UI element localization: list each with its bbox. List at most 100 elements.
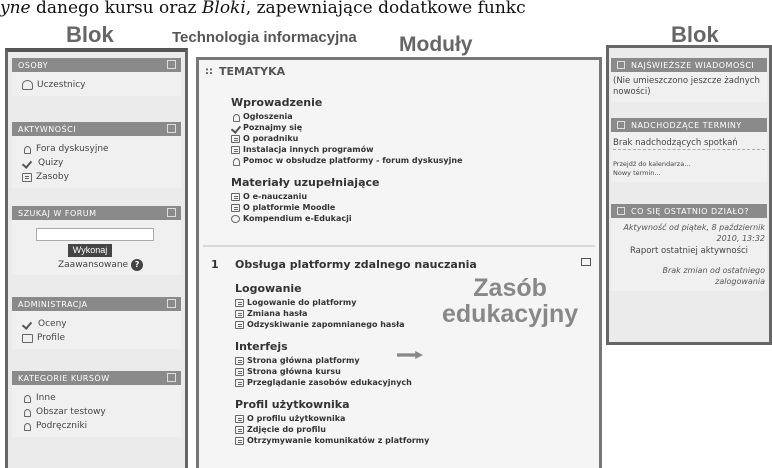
block-title: OSOBY [18,61,49,70]
section-divider [203,245,595,247]
resource-icon [235,378,244,387]
forum-icon [231,157,240,166]
collapse-icon[interactable] [167,373,176,382]
collapse-icon[interactable] [167,124,176,133]
collapse-icon[interactable] [617,207,625,215]
block-latest-news: NAJŚWIEŻSZE WIADOMOŚCI (Nie umieszczono … [611,58,767,102]
resource-icon [235,414,244,423]
block-title: ADMINISTRACJA [18,300,88,309]
new-event-link[interactable]: Nowy termin... [613,169,765,178]
forum-icon [22,145,32,154]
label-educational-resource: Zasób edukacyjny [442,274,579,328]
drag-handle-icon[interactable]: :: [205,66,213,77]
block-title: AKTYWNOŚCI [18,125,77,134]
events-text: Brak nadchodzących spotkań [613,138,765,150]
module-link[interactable]: O e-nauczaniu [231,191,595,202]
resource-icon [235,367,244,376]
caption-text: yne danego kursu oraz Bloki, zapewniając… [0,0,526,18]
block-kategorie: KATEGORIE KURSÓW Inne Obszar testowy Pod… [12,371,181,437]
block-recent-activity: CO SIĘ OSTATNIO DZIAŁO? Aktywność od pią… [611,204,767,291]
module-link[interactable]: Logowanie do platformy [235,297,435,308]
label-blok-left: Blok [66,22,114,47]
modules-column: :: TEMATYKA Wprowadzenie Ogłoszenia Pozna… [196,57,602,468]
resource-icon [235,298,244,307]
link-profiles[interactable]: Profile [22,331,173,345]
link-resources[interactable]: Zasoby [22,170,173,184]
right-block-column: NAJŚWIEŻSZE WIADOMOŚCI (Nie umieszczono … [606,45,772,345]
collapse-icon[interactable] [167,208,176,217]
collapse-icon[interactable] [167,60,176,69]
module-link[interactable]: O platformie Moodle [231,202,595,213]
resource-icon [231,203,240,212]
resource-icon [235,320,244,329]
search-input[interactable] [36,228,154,241]
link-participants[interactable]: Uczestnicy [22,78,173,92]
collapse-icon[interactable] [617,61,625,69]
profile-icon [22,333,33,343]
module-link[interactable]: O profilu użytkownika [235,413,435,424]
module-link[interactable]: Strona główna platformy [235,355,435,366]
link-grades[interactable]: Oceny [22,317,173,331]
quiz-icon [231,124,240,132]
module-link[interactable]: Zdjęcie do profilu [235,424,435,435]
module-link[interactable]: Poznajmy się [231,122,595,133]
resource-icon [231,145,240,154]
globe-icon [231,214,240,223]
help-icon[interactable]: ? [131,259,144,271]
block-osoby: OSOBY Uczestnicy [12,58,181,96]
block-title: KATEGORIE KURSÓW [18,374,110,383]
people-icon [22,80,33,90]
category-icon [22,422,32,431]
module-link[interactable]: Pomoc w obsłudze platformy - forum dysku… [231,155,595,166]
calendar-link[interactable]: Przejdź do kalendarza... [613,160,765,169]
section-0: Wprowadzenie Ogłoszenia Poznajmy się O p… [231,86,595,224]
block-search-forum: SZUKAJ W FORUM Wykonaj Zaawansowane? [12,206,181,275]
resource-icon [235,436,244,445]
category-other[interactable]: Inne [22,391,173,405]
module-link[interactable]: Kompendium e-Edukacji [231,213,595,224]
forum-icon [231,113,240,122]
link-forums[interactable]: Fora dyskusyjne [22,142,173,156]
block-upcoming-events: NADCHODZĄCE TERMINY Brak nadchodzących s… [611,118,767,182]
module-link[interactable]: Odzyskiwanie zapomnianego hasła [235,319,435,330]
section-number: 1 [211,258,219,271]
category-icon [22,394,32,403]
collapse-icon[interactable] [167,299,176,308]
advanced-search-link[interactable]: Zaawansowane? [58,259,173,271]
label-moduly: Moduły [399,33,473,56]
course-title: Technologia informacyjna [172,29,357,46]
resource-icon [235,309,244,318]
topic-heading: Logowanie [235,282,302,295]
quiz-icon [22,159,34,168]
module-link[interactable]: Otrzymywanie komunikatów z platformy [235,435,435,446]
module-link[interactable]: Przeglądanie zasobów edukacyjnych [235,377,435,388]
section-title: Obsługa platformy zdalnego nauczania [235,258,477,271]
no-changes-text: Brak zmian od ostatniego zalogowania [662,266,765,286]
module-link[interactable]: Instalacja innych programów [231,144,595,155]
search-button[interactable]: Wykonaj [68,244,112,257]
resource-icon [231,134,240,143]
topics-header: :: TEMATYKA [205,64,286,78]
label-blok-right: Blok [671,22,719,47]
block-aktywnosci: AKTYWNOŚCI Fora dyskusyjne Quizy Zasoby [12,122,181,188]
module-link[interactable]: Strona główna kursu [235,366,435,377]
topic-heading: Profil użytkownika [235,398,350,411]
news-text: (Nie umieszczono jeszcze żadnych nowości… [613,76,760,97]
category-test-area[interactable]: Obszar testowy [22,405,173,419]
category-textbooks[interactable]: Podręczniki [22,419,173,433]
resource-icon [22,172,32,182]
module-link[interactable]: Ogłoszenia [231,111,595,122]
activity-report-link[interactable]: Raport ostatniej aktywności [613,246,765,257]
activity-since: Aktywność od piątek, 8 październik 2010,… [623,223,765,243]
section-toggle-icon[interactable] [581,258,591,266]
collapse-icon[interactable] [617,121,625,129]
grades-icon [22,320,34,329]
module-link[interactable]: O poradniku [231,133,595,144]
resource-icon [235,356,244,365]
topic-heading: Materiały uzupełniające [231,176,380,189]
topic-heading: Interfejs [235,340,288,353]
link-quizzes[interactable]: Quizy [22,156,173,170]
topic-heading: Wprowadzenie [231,96,323,109]
block-administracja: ADMINISTRACJA Oceny Profile [12,297,181,349]
module-link[interactable]: Zmiana hasła [235,308,435,319]
